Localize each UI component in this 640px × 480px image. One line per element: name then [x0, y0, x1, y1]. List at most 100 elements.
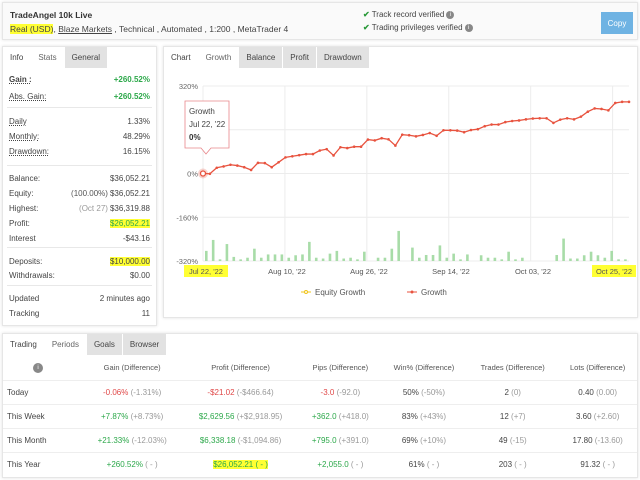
tab-general[interactable]: General: [64, 47, 109, 68]
growth-point[interactable]: [428, 131, 432, 135]
info-icon[interactable]: i: [446, 10, 455, 19]
tab-browser[interactable]: Browser: [122, 334, 168, 355]
growth-point[interactable]: [572, 118, 576, 121]
cell-value: 3.60: [575, 411, 592, 421]
profit-bar: [603, 257, 607, 261]
growth-point[interactable]: [407, 133, 411, 137]
growth-point[interactable]: [442, 128, 445, 132]
growth-point[interactable]: [455, 129, 459, 132]
growth-point[interactable]: [249, 168, 253, 172]
legend-equity-growth[interactable]: Equity Growth: [315, 288, 365, 297]
growth-point[interactable]: [414, 135, 418, 138]
growth-point[interactable]: [552, 121, 555, 125]
broker-link[interactable]: Blaze Markets: [58, 24, 112, 34]
profit-bar: [205, 250, 208, 261]
growth-point[interactable]: [215, 166, 219, 170]
growth-point[interactable]: [627, 100, 631, 104]
cell-content: +2,055.0 ( - ): [317, 460, 363, 469]
growth-point[interactable]: [352, 145, 356, 149]
growth-point[interactable]: [593, 107, 596, 110]
stat-value-text: 16.15%: [122, 147, 150, 156]
cell-value: +362.0: [311, 411, 337, 421]
growth-point[interactable]: [497, 123, 500, 126]
cell-difference: (+43%): [420, 411, 447, 421]
growth-point[interactable]: [545, 116, 548, 120]
growth-point[interactable]: [297, 153, 301, 157]
tab-info[interactable]: Info: [3, 47, 32, 68]
growth-point[interactable]: [421, 133, 425, 137]
growth-point[interactable]: [263, 161, 267, 165]
info-icon[interactable]: i: [464, 23, 473, 32]
tab-goals[interactable]: Goals: [86, 334, 123, 355]
info-icon[interactable]: i: [33, 362, 43, 373]
growth-point[interactable]: [504, 120, 507, 124]
growth-point[interactable]: [387, 138, 390, 141]
growth-point[interactable]: [270, 165, 274, 169]
growth-point[interactable]: [256, 161, 260, 165]
growth-point[interactable]: [558, 118, 562, 121]
stat-value: (100.00%) $36,052.21: [71, 189, 150, 198]
growth-point[interactable]: [462, 130, 466, 134]
growth-point[interactable]: [607, 109, 610, 112]
growth-point[interactable]: [242, 165, 246, 169]
cell-content: 83% (+43%): [402, 412, 446, 421]
growth-point[interactable]: [311, 152, 315, 156]
stat-value: $0.00: [130, 271, 150, 280]
copy-button[interactable]: Copy: [601, 12, 633, 34]
growth-point[interactable]: [291, 154, 294, 158]
growth-point[interactable]: [332, 154, 335, 157]
growth-point[interactable]: [394, 144, 397, 147]
growth-point[interactable]: [476, 127, 480, 131]
growth-point[interactable]: [325, 147, 328, 151]
profit-bar: [500, 259, 504, 261]
stat-value-text: 48.29%: [122, 132, 150, 141]
stat-row: Interest -$43.16: [9, 234, 150, 243]
growth-point[interactable]: [236, 164, 239, 167]
growth-point[interactable]: [284, 156, 287, 159]
growth-point[interactable]: [469, 128, 473, 132]
growth-point[interactable]: [380, 136, 383, 140]
stat-row: Abs. Gain: +260.52%: [9, 92, 150, 101]
growth-point[interactable]: [222, 165, 225, 168]
growth-point[interactable]: [538, 116, 541, 120]
stat-value-text: +260.52%: [113, 92, 150, 101]
stat-value-text: $36,052.21: [109, 174, 150, 183]
profit-bar: [225, 244, 229, 261]
stat-label: Withdrawals:: [9, 271, 55, 280]
growth-point[interactable]: [620, 100, 624, 104]
growth-point[interactable]: [339, 145, 342, 149]
growth-point[interactable]: [510, 119, 514, 123]
x-tick-label: Sep 14, '22: [432, 267, 470, 276]
growth-point[interactable]: [613, 101, 617, 105]
growth-point[interactable]: [531, 117, 535, 120]
tab-trading[interactable]: Trading: [3, 334, 45, 355]
growth-point[interactable]: [490, 123, 493, 126]
growth-point[interactable]: [449, 128, 452, 132]
growth-point[interactable]: [318, 149, 322, 152]
growth-point[interactable]: [517, 119, 521, 122]
tab-stats[interactable]: Stats: [31, 47, 65, 68]
growth-point[interactable]: [359, 145, 363, 149]
tooltip-title: Growth: [189, 107, 215, 116]
growth-point[interactable]: [229, 163, 232, 167]
growth-point[interactable]: [483, 124, 487, 128]
growth-point[interactable]: [208, 172, 212, 176]
stat-value: 2 minutes ago: [100, 294, 150, 303]
growth-point[interactable]: [277, 160, 280, 164]
growth-point[interactable]: [373, 139, 377, 142]
legend-growth[interactable]: Growth: [421, 288, 447, 297]
growth-point[interactable]: [524, 118, 528, 121]
growth-point[interactable]: [586, 110, 590, 114]
growth-point[interactable]: [366, 138, 370, 141]
profit-bar: [308, 241, 311, 261]
growth-point[interactable]: [304, 152, 308, 156]
growth-point[interactable]: [600, 107, 603, 111]
growth-point[interactable]: [345, 146, 349, 150]
growth-point[interactable]: [565, 116, 569, 120]
growth-point[interactable]: [579, 115, 583, 118]
growth-point[interactable]: [435, 134, 438, 138]
growth-point[interactable]: [400, 133, 404, 136]
stat-value: -$43.16: [123, 234, 150, 243]
cell-value: $6,338.18: [199, 435, 236, 445]
tab-periods[interactable]: Periods: [44, 334, 87, 355]
